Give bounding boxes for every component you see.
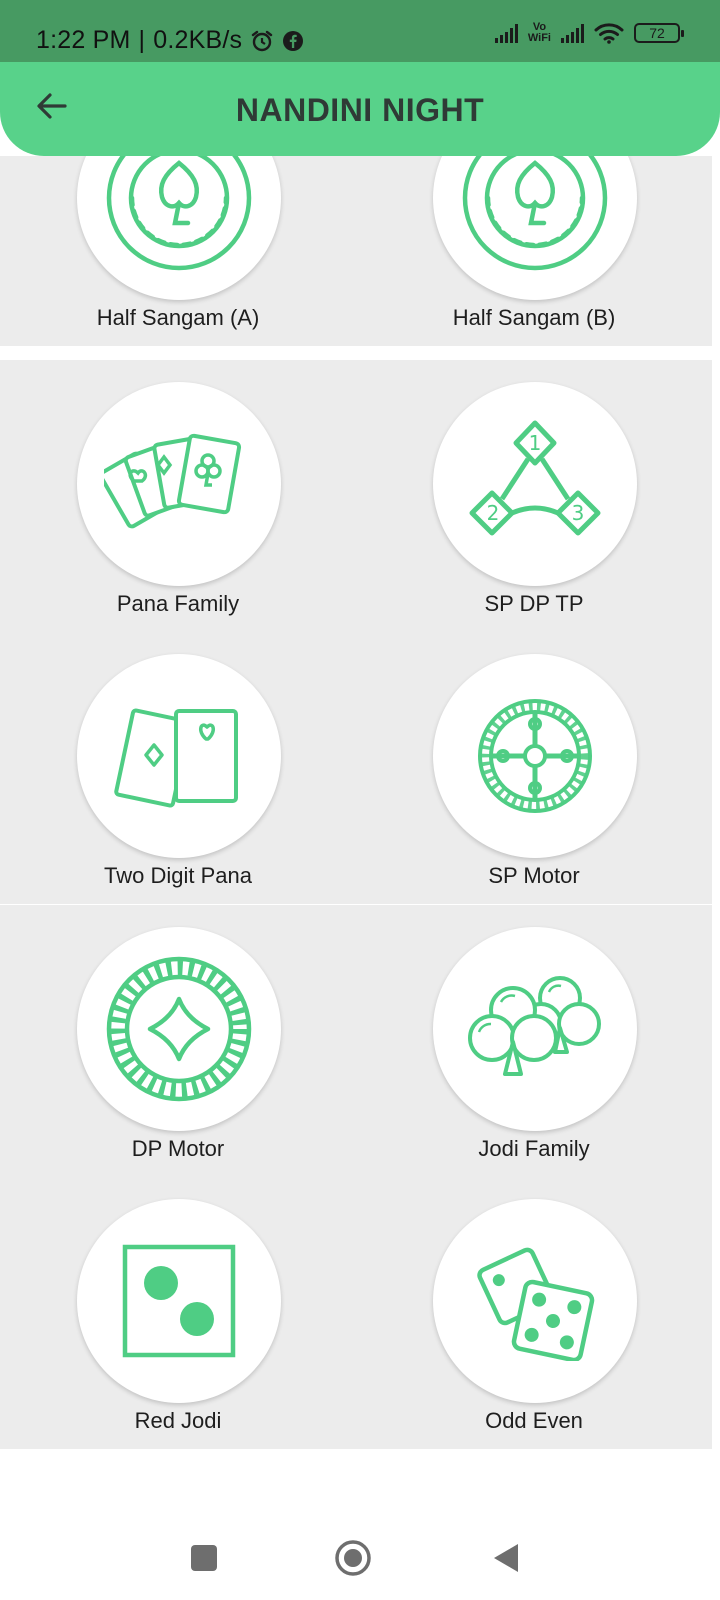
square-icon [191, 1545, 217, 1571]
game-label: Two Digit Pana [104, 863, 252, 888]
dice-pair-icon [477, 1247, 595, 1361]
triangle-diamonds-icon: 1 2 3 [469, 420, 601, 536]
status-separator: | [138, 26, 146, 54]
clubs-icon [468, 976, 601, 1076]
game-icon-circle [77, 927, 281, 1131]
battery-level: 72 [649, 25, 665, 41]
home-button[interactable] [333, 1538, 373, 1578]
game-tile-pana-family[interactable]: Pana Family [0, 360, 356, 632]
system-nav-bar [0, 1512, 720, 1600]
triangle-label-3: 3 [572, 501, 585, 525]
game-label: Pana Family [116, 591, 240, 616]
chip-diamond-icon [106, 956, 252, 1102]
game-label: Red Jodi [134, 1408, 222, 1433]
game-tile-sp-dp-tp[interactable]: 1 2 3 SP DP TP [356, 360, 712, 632]
game-label: Half Sangam (A) [96, 305, 260, 330]
game-grid: Half Sangam (A) Half Sangam (B) Pana Fam… [0, 156, 720, 1476]
game-tile-odd-even[interactable]: Odd Even [356, 1177, 712, 1449]
chip-spade-icon [462, 156, 608, 271]
dice-two-icon [122, 1244, 236, 1358]
nav-back-button[interactable] [486, 1538, 526, 1578]
game-label: Jodi Family [478, 1136, 590, 1161]
roulette-icon [478, 699, 592, 813]
facebook-icon [283, 30, 304, 51]
game-tile-dp-motor[interactable]: DP Motor [0, 905, 356, 1177]
alarm-icon [251, 30, 273, 51]
status-time: 1:22 PM [36, 26, 131, 54]
game-tile-sp-motor[interactable]: SP Motor [356, 632, 712, 904]
game-label: SP Motor [488, 863, 580, 888]
signal-icon [561, 23, 584, 43]
playing-cards-icon [104, 433, 242, 529]
game-tile-half-sangam-b[interactable]: Half Sangam (B) [356, 156, 712, 346]
game-label: Half Sangam (B) [452, 305, 616, 330]
game-icon-circle [433, 1199, 637, 1403]
game-label: SP DP TP [484, 591, 584, 616]
game-label: DP Motor [131, 1136, 225, 1161]
signal-icon [494, 23, 518, 43]
recents-button[interactable] [184, 1538, 224, 1578]
triangle-left-icon [494, 1544, 518, 1572]
game-tile-half-sangam-a[interactable]: Half Sangam (A) [0, 156, 356, 346]
page-title: NANDINI NIGHT [235, 92, 485, 128]
app-bar: NANDINI NIGHT [0, 62, 720, 156]
game-icon-circle [77, 1199, 281, 1403]
status-right: Vo WiFi 72 [494, 21, 684, 44]
game-icon-circle [77, 382, 281, 586]
game-icon-circle [433, 156, 637, 300]
game-icon-circle [77, 156, 281, 300]
battery-icon: 72 [634, 23, 684, 43]
game-tile-two-digit-pana[interactable]: Two Digit Pana [0, 632, 356, 904]
status-net-speed: 0.2KB/s [153, 26, 243, 54]
vowifi-icon: Vo WiFi [527, 21, 551, 44]
status-bar: 1:22 PM | 0.2KB/s Vo WiFi 72 [0, 0, 720, 62]
game-icon-circle [77, 654, 281, 858]
game-icon-circle [433, 927, 637, 1131]
triangle-label-1: 1 [529, 431, 542, 455]
game-icon-circle [433, 654, 637, 858]
triangle-label-2: 2 [487, 501, 500, 525]
circle-icon [335, 1540, 371, 1576]
game-tile-red-jodi[interactable]: Red Jodi [0, 1177, 356, 1449]
game-icon-circle: 1 2 3 [433, 382, 637, 586]
two-cards-icon [114, 708, 238, 808]
game-label: Odd Even [485, 1408, 583, 1433]
wifi-icon [594, 23, 624, 44]
status-left: 1:22 PM | 0.2KB/s [36, 26, 304, 55]
chip-spade-icon [106, 156, 252, 271]
game-tile-jodi-family[interactable]: Jodi Family [356, 905, 712, 1177]
